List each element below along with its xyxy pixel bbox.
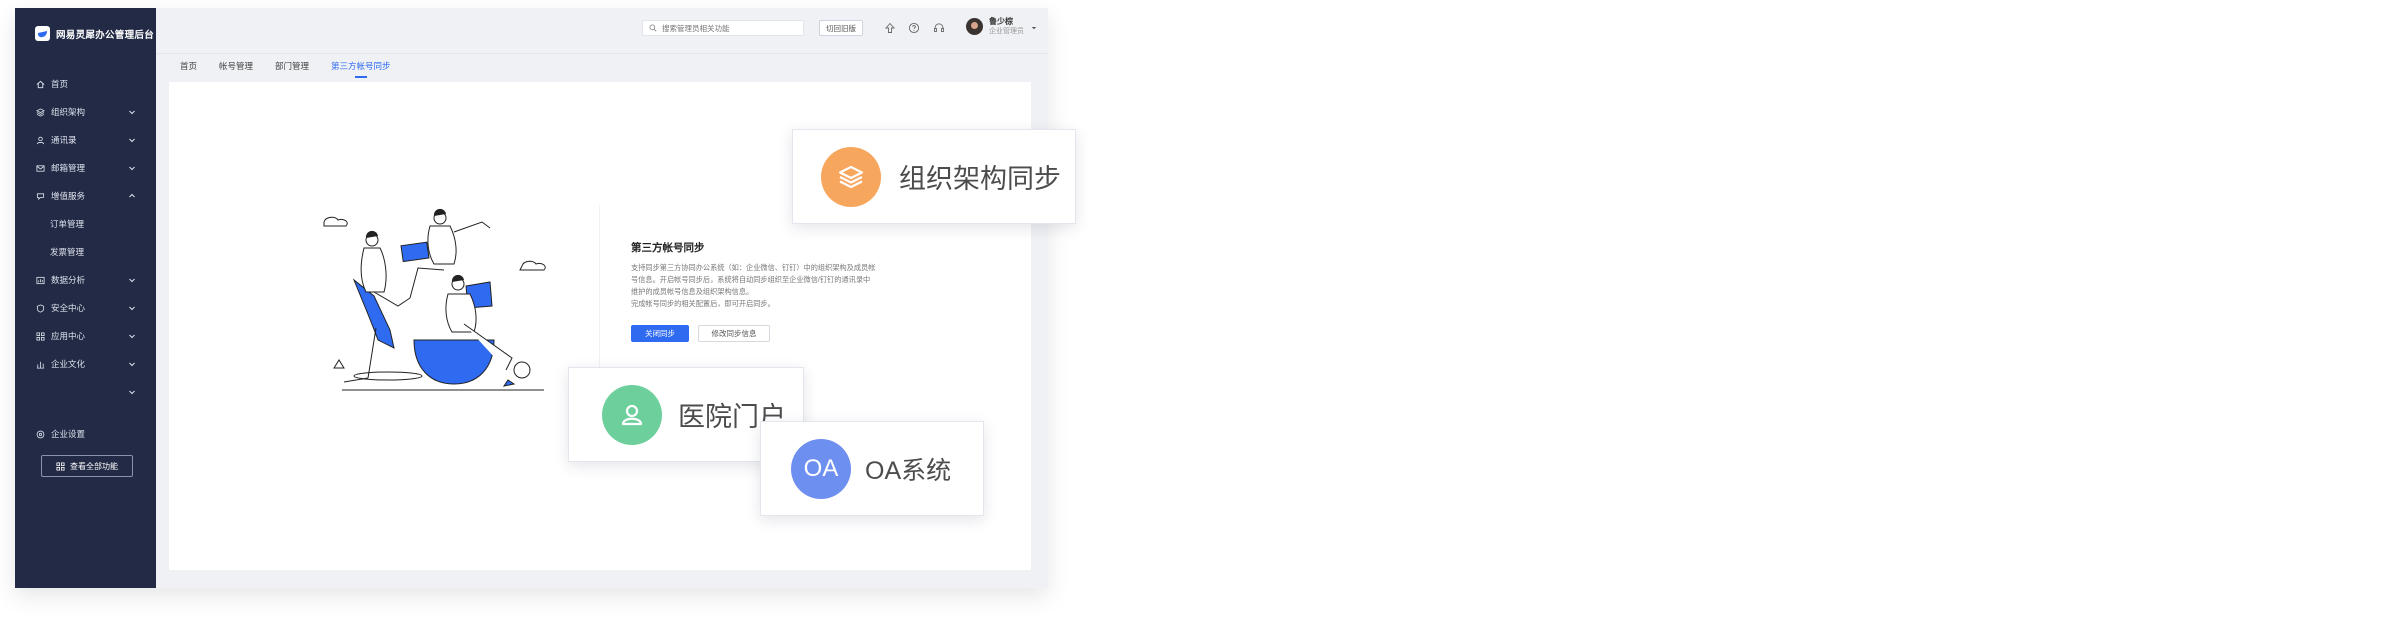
sidebar-item-label: 企业设置 — [51, 429, 86, 439]
chevron-down-icon — [129, 166, 135, 171]
user-role: 企业管理员 — [989, 28, 1024, 35]
sidebar-item-label: 安全中心 — [51, 303, 86, 313]
search-icon — [649, 24, 657, 32]
org-icon — [35, 107, 45, 117]
org-sync-badge — [821, 146, 881, 207]
sidebar-item-apps[interactable]: 应用中心 — [15, 322, 156, 350]
sidebar-item-label: 首页 — [51, 79, 69, 89]
sidebar-item-label: 应用中心 — [51, 331, 86, 341]
apps-icon — [35, 331, 45, 341]
culture-icon — [35, 359, 45, 369]
sidebar-item-label: 数据分析 — [51, 275, 86, 285]
user-name: 鲁少棕 — [989, 17, 1013, 26]
content-divider — [599, 205, 600, 375]
sidebar-item-label: 通讯录 — [51, 135, 77, 145]
top-header: 切回旧版 鲁少棕 企业管理员 — [156, 8, 1048, 54]
tab-accounts[interactable]: 帐号管理 — [219, 60, 253, 78]
chevron-down-icon — [129, 306, 135, 311]
description-line: 维护的成员帐号信息及组织架构信息。 — [631, 287, 754, 296]
sidebar-item-label: 订单管理 — [50, 219, 85, 229]
contacts-icon — [35, 135, 45, 145]
sidebar-item-org[interactable]: 组织架构 — [15, 98, 156, 126]
team-illustration — [323, 208, 546, 391]
sidebar-item-contacts[interactable]: 通讯录 — [15, 126, 156, 154]
org-sync-label: 组织架构同步 — [899, 164, 1061, 194]
oa-system-label: OA系统 — [865, 456, 952, 485]
chevron-down-icon — [129, 138, 135, 143]
sidebar-subitem-orders[interactable]: 订单管理 — [15, 210, 156, 238]
oa-badge: OA — [791, 438, 851, 499]
sidebar-item-unlabeled[interactable] — [15, 378, 156, 406]
sidebar-item-home[interactable]: 首页 — [15, 70, 156, 98]
org-sync-card[interactable]: 组织架构同步 — [792, 129, 1076, 224]
service-icon — [35, 191, 45, 201]
sidebar-item-label: 增值服务 — [51, 191, 86, 201]
mail-icon — [35, 163, 45, 173]
oa-system-card[interactable]: OA OA系统 — [760, 421, 984, 516]
tab-home[interactable]: 首页 — [180, 60, 197, 78]
upgrade-icon[interactable] — [884, 22, 896, 34]
sidebar-item-label: 企业文化 — [51, 359, 86, 369]
switch-old-version-label: 切回旧版 — [826, 23, 856, 33]
headset-icon[interactable] — [933, 22, 945, 34]
tab-departments[interactable]: 部门管理 — [275, 60, 309, 78]
sidebar-item-service[interactable]: 增值服务 — [15, 182, 156, 210]
search-input[interactable] — [662, 23, 792, 33]
layers-icon — [838, 165, 864, 188]
sidebar-nav: 首页 组织架构 通讯录 邮箱管理 增值服务 订单管理 发票管理 数据分析 安全中… — [15, 70, 156, 448]
sync-description: 支持同步第三方协同办公系统（如：企业微信、钉钉）中的组织架构及成员帐 号信息。开… — [631, 262, 891, 310]
grid-icon — [56, 461, 65, 471]
sidebar-item-mail[interactable]: 邮箱管理 — [15, 154, 156, 182]
switch-old-version-button[interactable]: 切回旧版 — [819, 20, 863, 36]
user-icon — [621, 404, 643, 425]
disable-sync-button[interactable]: 关闭同步 — [631, 325, 689, 342]
chevron-down-icon — [129, 110, 135, 115]
brand-name: 网易灵犀办公管理后台 — [56, 29, 155, 41]
brand[interactable]: 网易灵犀办公管理后台 — [35, 26, 154, 41]
help-icon[interactable] — [908, 22, 920, 34]
edit-sync-info-button[interactable]: 修改同步信息 — [698, 325, 770, 342]
view-all-functions-label: 查看全部功能 — [70, 461, 118, 471]
view-all-functions-button[interactable]: 查看全部功能 — [41, 455, 133, 477]
chevron-down-icon — [129, 390, 135, 395]
page-title: 第三方帐号同步 — [631, 242, 705, 254]
sidebar-item-security[interactable]: 安全中心 — [15, 294, 156, 322]
sidebar-item-culture[interactable]: 企业文化 — [15, 350, 156, 378]
description-line: 支持同步第三方协同办公系统（如：企业微信、钉钉）中的组织架构及成员帐 — [631, 263, 876, 272]
description-line: 完成帐号同步的相关配置后，即可开启同步。 — [631, 299, 775, 308]
caret-down-icon[interactable] — [1031, 25, 1037, 31]
tab-third-party-sync[interactable]: 第三方帐号同步 — [331, 60, 391, 78]
shield-icon — [35, 303, 45, 313]
chevron-down-icon — [129, 362, 135, 367]
user-menu[interactable]: 鲁少棕 企业管理员 — [966, 16, 1024, 37]
sidebar-item-label: 邮箱管理 — [51, 163, 86, 173]
sidebar-item-settings[interactable]: 企业设置 — [15, 420, 156, 448]
chart-icon — [35, 275, 45, 285]
sidebar: 网易灵犀办公管理后台 首页 组织架构 通讯录 邮箱管理 增值服务 订单管理 发票… — [15, 8, 156, 588]
avatar — [966, 18, 983, 35]
description-line: 号信息。开启帐号同步后，系统将自动同步组织至企业微信/钉钉的通讯录中 — [631, 275, 871, 284]
home-icon — [35, 79, 45, 89]
sidebar-item-label: 发票管理 — [50, 247, 85, 257]
search-box[interactable] — [642, 20, 804, 36]
brand-logo-icon — [35, 26, 50, 41]
hospital-portal-badge — [602, 384, 662, 445]
chevron-up-icon — [129, 193, 135, 198]
sidebar-item-analytics[interactable]: 数据分析 — [15, 266, 156, 294]
sidebar-item-label: 组织架构 — [51, 107, 86, 117]
chevron-down-icon — [129, 334, 135, 339]
page-tabs: 首页 帐号管理 部门管理 第三方帐号同步 — [180, 60, 413, 78]
settings-icon — [35, 429, 45, 439]
chevron-down-icon — [129, 278, 135, 283]
sidebar-subitem-invoices[interactable]: 发票管理 — [15, 238, 156, 266]
